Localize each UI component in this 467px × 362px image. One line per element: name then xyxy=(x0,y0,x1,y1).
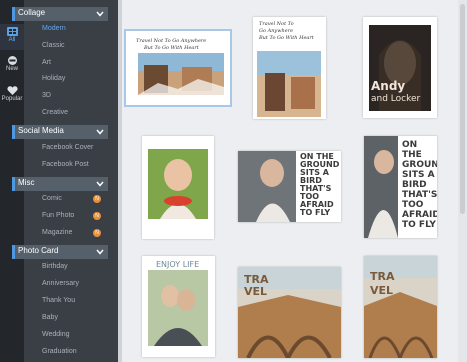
sidebar-item-thank-you[interactable]: Thank You xyxy=(42,297,75,304)
sidebar-item-baby[interactable]: Baby xyxy=(42,314,58,321)
template-card[interactable]: Travel Not To Go Anywhere But To Go With… xyxy=(124,29,232,107)
category-collage-label: Collage xyxy=(18,8,46,17)
template-text: ENJOY LIFE xyxy=(156,260,200,269)
template-text: Travel Not To Go Anywhere xyxy=(136,38,207,44)
template-text: VEL xyxy=(370,284,394,297)
sidebar-item-holiday[interactable]: Holiday xyxy=(42,75,65,82)
rail-popular-label: Popular xyxy=(1,96,23,102)
sidebar-item-facebook-cover[interactable]: Facebook Cover xyxy=(42,144,93,151)
chevron-down-icon xyxy=(96,181,104,187)
template-photo xyxy=(138,53,224,95)
template-text: TRA xyxy=(370,270,395,283)
grid-icon xyxy=(6,27,18,36)
new-icon xyxy=(7,56,17,65)
sidebar-item-fun-photo[interactable]: Fun Photo xyxy=(42,212,74,219)
template-card[interactable]: ON THE GROUND SITS A BIRD THAT'S TOO AFR… xyxy=(238,151,341,222)
sidebar-item-birthday[interactable]: Birthday xyxy=(42,263,68,270)
template-card[interactable]: ON THE GROUND SITS A BIRD THAT'S TOO AFR… xyxy=(364,136,437,238)
template-card[interactable]: Travel Not To Go Anywhere But To Go With… xyxy=(253,17,326,119)
template-photo xyxy=(148,149,208,219)
sidebar-item-graduation[interactable]: Graduation xyxy=(42,348,77,355)
chevron-down-icon xyxy=(96,249,104,255)
category-misc-label: Misc xyxy=(18,178,35,187)
sidebar-item-facebook-post[interactable]: Facebook Post xyxy=(42,161,89,168)
template-photo xyxy=(257,51,321,117)
sidebar-item-creative[interactable]: Creative xyxy=(42,109,68,116)
category-photo-card[interactable]: Photo Card xyxy=(12,245,108,259)
category-social-media[interactable]: Social Media xyxy=(12,125,108,139)
sidebar-item-modern[interactable]: Modern xyxy=(42,25,66,32)
template-card[interactable]: Andy and Locker xyxy=(363,17,437,118)
heart-icon xyxy=(6,86,18,95)
template-text: and Locker xyxy=(371,94,421,104)
rail-new[interactable]: New xyxy=(0,56,24,78)
sidebar-item-magazine[interactable]: Magazine xyxy=(42,229,72,236)
scrollbar[interactable] xyxy=(458,0,467,362)
template-text: ON THE GROUND SITS A BIRD THAT'S TOO AFR… xyxy=(402,140,437,230)
rail-all-label: All xyxy=(8,37,16,43)
category-photo-card-label: Photo Card xyxy=(18,246,59,255)
new-badge: N xyxy=(93,212,101,220)
template-text: But To Go With Heart xyxy=(144,45,199,51)
template-card[interactable] xyxy=(142,136,214,239)
category-misc[interactable]: Misc xyxy=(12,177,108,191)
template-card[interactable]: TRA VEL xyxy=(238,267,341,358)
category-collage[interactable]: Collage xyxy=(12,7,108,21)
sidebar-item-wedding[interactable]: Wedding xyxy=(42,331,70,338)
sidebar-item-3d[interactable]: 3D xyxy=(42,92,51,99)
template-photo xyxy=(364,136,398,238)
scrollbar-thumb[interactable] xyxy=(460,4,465,214)
chevron-down-icon xyxy=(96,11,104,17)
template-text: ON THE GROUND SITS A BIRD THAT'S TOO AFR… xyxy=(300,152,340,217)
new-badge: N xyxy=(93,195,101,203)
template-text: Go Anywhere xyxy=(259,28,294,34)
sidebar-item-art[interactable]: Art xyxy=(42,59,51,66)
template-text: But To Go With Heart xyxy=(259,35,314,41)
sidebar-item-comic[interactable]: Comic xyxy=(42,195,62,202)
chevron-down-icon xyxy=(96,129,104,135)
template-card[interactable]: ENJOY LIFE xyxy=(142,256,215,357)
template-text: Travel Not To xyxy=(259,21,294,27)
rail-new-label: New xyxy=(5,66,18,72)
new-badge: N xyxy=(93,229,101,237)
category-social-media-label: Social Media xyxy=(18,126,64,135)
template-photo xyxy=(148,270,208,346)
template-text: Andy xyxy=(371,79,406,93)
rail-popular[interactable]: Popular xyxy=(0,86,24,108)
rail-all[interactable]: All xyxy=(0,24,24,50)
template-photo xyxy=(238,151,296,222)
sidebar-item-anniversary[interactable]: Anniversary xyxy=(42,280,79,287)
sidebar-item-classic[interactable]: Classic xyxy=(42,42,65,49)
template-card[interactable]: TRA VEL xyxy=(364,256,437,358)
template-text: VEL xyxy=(244,285,268,298)
